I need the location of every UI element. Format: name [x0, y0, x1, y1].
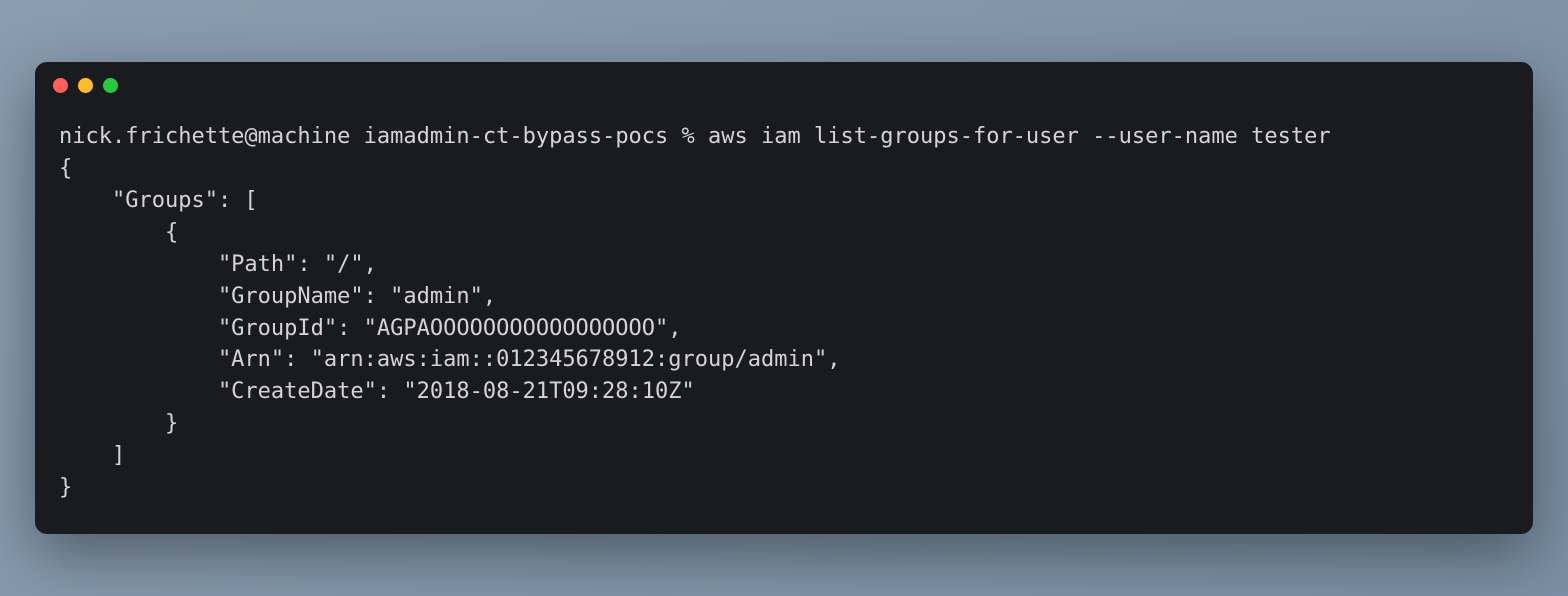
output-line: } [59, 475, 72, 500]
output-line: "Groups": [ [59, 188, 258, 213]
command-text: aws iam list-groups-for-user --user-name… [708, 124, 1331, 149]
terminal-window: nick.frichette@machine iamadmin-ct-bypas… [35, 62, 1533, 534]
output-line: "Path": "/", [59, 252, 377, 277]
output-line: "Arn": "arn:aws:iam::012345678912:group/… [59, 347, 840, 372]
prompt-directory: iamadmin-ct-bypass-pocs [364, 124, 669, 149]
terminal-content[interactable]: nick.frichette@machine iamadmin-ct-bypas… [35, 101, 1533, 534]
maximize-icon[interactable] [103, 78, 118, 93]
output-line: { [59, 156, 72, 181]
prompt-symbol: % [682, 124, 695, 149]
close-icon[interactable] [53, 78, 68, 93]
output-line: "GroupName": "admin", [59, 284, 496, 309]
window-titlebar [35, 62, 1533, 101]
output-line: ] [59, 443, 125, 468]
output-line: "GroupId": "AGPAOOOOOOOOOOOOOOOOO", [59, 316, 682, 341]
output-line: "CreateDate": "2018-08-21T09:28:10Z" [59, 379, 695, 404]
output-line: } [59, 411, 178, 436]
minimize-icon[interactable] [78, 78, 93, 93]
output-line: { [59, 220, 178, 245]
prompt-user: nick.frichette@machine [59, 124, 350, 149]
